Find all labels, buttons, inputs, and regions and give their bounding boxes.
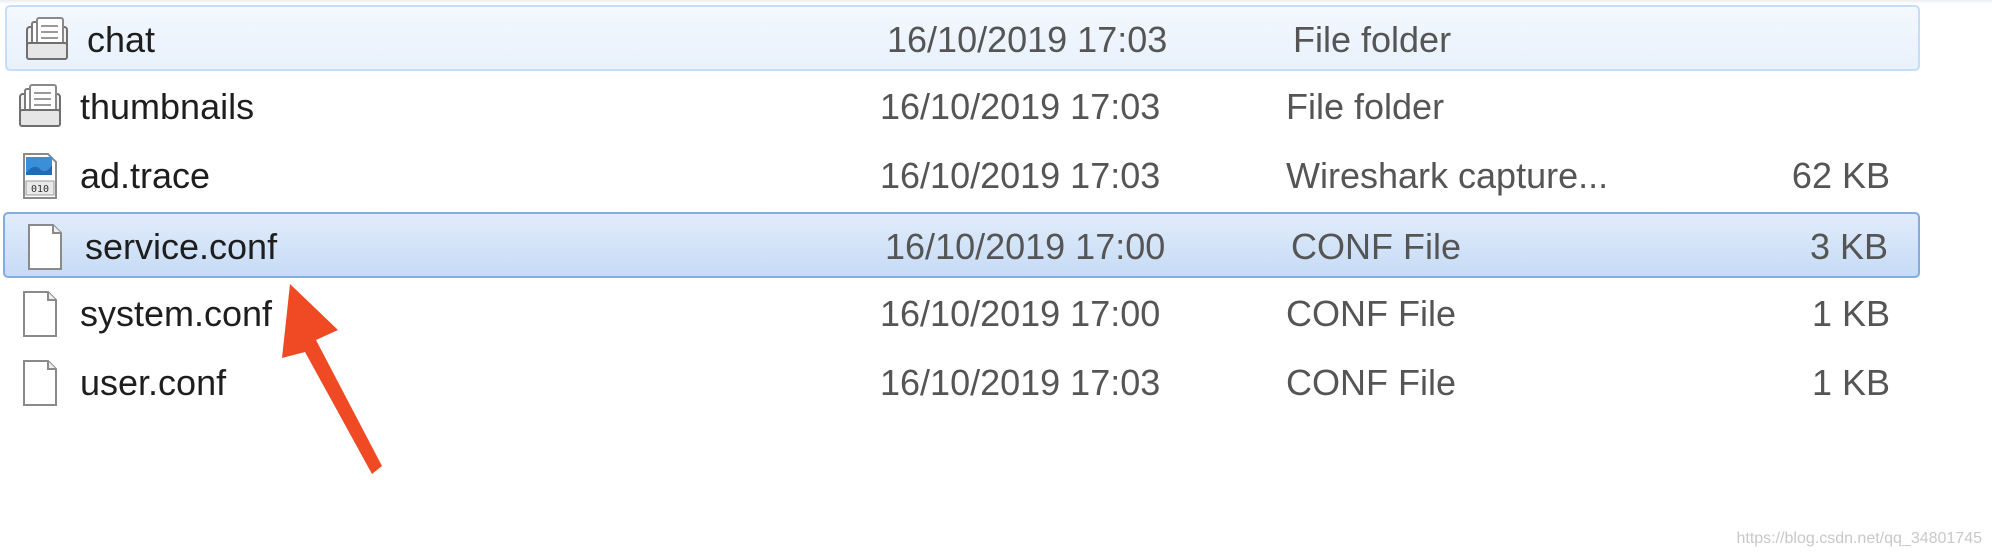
document-icon: [28, 224, 62, 270]
file-row-user-conf[interactable]: user.conf 16/10/2019 17:03 CONF File 1 K…: [0, 350, 1920, 416]
file-row-system-conf[interactable]: system.conf 16/10/2019 17:00 CONF File 1…: [0, 281, 1920, 347]
wireshark-capture-icon: 010: [23, 153, 57, 199]
document-icon: [23, 291, 57, 337]
file-size: 62 KB: [1791, 155, 1890, 196]
folder-icon: [19, 84, 61, 127]
file-date-modified: 16/10/2019 17:00: [885, 226, 1166, 267]
file-name: ad.trace: [80, 155, 211, 196]
file-date-modified: 16/10/2019 17:03: [880, 86, 1161, 127]
file-date-modified: 16/10/2019 17:03: [887, 19, 1168, 60]
file-date-modified: 16/10/2019 17:00: [880, 293, 1161, 334]
file-row-chat[interactable]: chat 16/10/2019 17:03 File folder: [5, 5, 1920, 71]
folder-icon: [26, 17, 68, 60]
file-row-service-conf[interactable]: service.conf 16/10/2019 17:00 CONF File …: [3, 212, 1920, 278]
file-type: CONF File: [1286, 362, 1456, 403]
file-name: user.conf: [80, 362, 227, 403]
file-name: service.conf: [85, 226, 278, 267]
file-date-modified: 16/10/2019 17:03: [880, 155, 1161, 196]
file-name: thumbnails: [80, 86, 255, 127]
file-type: File folder: [1293, 19, 1452, 60]
document-icon: [23, 360, 57, 406]
svg-text:010: 010: [31, 184, 49, 195]
file-row-ad-trace[interactable]: 010 ad.trace 16/10/2019 17:03 Wireshark …: [0, 143, 1920, 209]
file-type: Wireshark capture...: [1286, 155, 1609, 196]
file-name: chat: [87, 19, 156, 60]
file-row-thumbnails[interactable]: thumbnails 16/10/2019 17:03 File folder: [0, 74, 1920, 140]
file-type: CONF File: [1286, 293, 1456, 334]
file-type: CONF File: [1291, 226, 1461, 267]
file-date-modified: 16/10/2019 17:03: [880, 362, 1161, 403]
file-explorer-view: chat 16/10/2019 17:03 File folder thumbn…: [0, 0, 1992, 500]
file-type: File folder: [1286, 86, 1445, 127]
watermark-text: https://blog.csdn.net/qq_34801745: [1736, 530, 1982, 547]
file-size: 3 KB: [1809, 226, 1888, 267]
file-size: 1 KB: [1811, 362, 1890, 403]
file-size: 1 KB: [1811, 293, 1890, 334]
column-header-edge: [0, 0, 1992, 4]
file-name: system.conf: [80, 293, 273, 334]
